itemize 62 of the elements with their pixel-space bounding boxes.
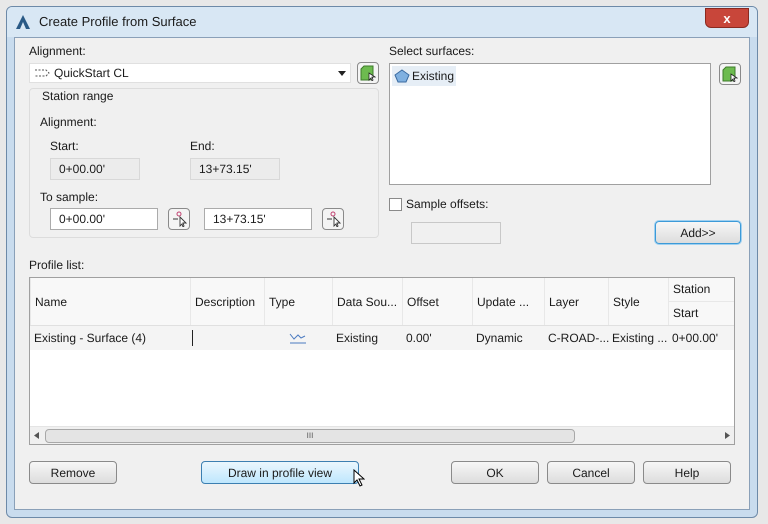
cube-pick-icon bbox=[360, 65, 376, 81]
field-label: Alignment: bbox=[29, 43, 87, 60]
dialog-button[interactable]: Help bbox=[643, 461, 731, 484]
close-button[interactable]: x bbox=[705, 8, 749, 28]
cube-pick-icon bbox=[722, 66, 738, 82]
table-cell-text: Existing - Surface (4) bbox=[33, 330, 148, 347]
table-cell-text: C-ROAD-... bbox=[547, 330, 608, 347]
column-header[interactable]: Name bbox=[30, 278, 190, 325]
dropdown-value: QuickStart CL bbox=[54, 65, 129, 82]
window-title: Create Profile from Surface bbox=[39, 13, 197, 32]
surface-icon bbox=[394, 69, 410, 83]
table-cell-text: Existing bbox=[335, 330, 380, 347]
field-label: To sample: bbox=[40, 190, 98, 204]
alignment-icon bbox=[34, 68, 50, 78]
dialog-button[interactable]: OK bbox=[451, 461, 539, 484]
end-station-field: 13+73.15' bbox=[190, 158, 280, 180]
column-header[interactable]: Data Sou... bbox=[332, 278, 402, 325]
column-header[interactable]: Description bbox=[190, 278, 264, 325]
column-header[interactable]: Start bbox=[669, 302, 734, 325]
dialog-button[interactable]: Remove bbox=[29, 461, 117, 484]
column-header[interactable]: Style bbox=[608, 278, 668, 325]
group-title: Station range bbox=[40, 89, 116, 103]
sample-end-field[interactable]: 13+73.15' bbox=[204, 208, 312, 230]
mouse-pointer-icon bbox=[353, 469, 365, 487]
field-label: Start: bbox=[50, 138, 80, 155]
sample-start-field[interactable]: 0+00.00' bbox=[50, 208, 158, 230]
table-cell-text: Dynamic bbox=[475, 330, 524, 347]
checkbox-label: Sample offsets: bbox=[406, 196, 488, 213]
offset-field[interactable] bbox=[411, 222, 501, 244]
station-pick-icon bbox=[325, 211, 341, 227]
column-header[interactable]: Type bbox=[264, 278, 332, 325]
text-cursor bbox=[192, 330, 193, 346]
table-cell-text: 0+00.00' bbox=[671, 330, 720, 347]
table-cell-text: 0.00' bbox=[405, 330, 433, 347]
pick-button[interactable] bbox=[357, 62, 379, 84]
table-cell-text: Existing ... bbox=[611, 330, 668, 347]
alignment-dropdown[interactable]: QuickStart CL bbox=[29, 63, 351, 83]
scroll-right-icon bbox=[725, 432, 730, 439]
add-button[interactable]: Add>> bbox=[655, 221, 741, 244]
scrollbar-thumb[interactable]: III bbox=[45, 428, 575, 442]
section-label: Profile list: bbox=[29, 257, 86, 274]
dialog-button[interactable]: Draw in profile view bbox=[201, 461, 359, 484]
column-header[interactable]: Layer bbox=[544, 278, 608, 325]
field-label: Alignment: bbox=[40, 115, 97, 129]
column-header[interactable]: Offset bbox=[402, 278, 472, 325]
profile-icon bbox=[289, 332, 307, 344]
station-pick-icon bbox=[171, 211, 187, 227]
scroll-left-icon bbox=[34, 432, 39, 439]
surface-item[interactable]: Existing bbox=[392, 66, 456, 86]
dialog-button[interactable]: Cancel bbox=[547, 461, 635, 484]
start-station-field: 0+00.00' bbox=[50, 158, 140, 180]
field-label: End: bbox=[190, 138, 216, 155]
pick-button[interactable] bbox=[719, 63, 741, 85]
pick-station-button[interactable] bbox=[168, 208, 190, 230]
app-logo-icon bbox=[15, 14, 31, 30]
pick-station-button[interactable] bbox=[322, 208, 344, 230]
field-label: Select surfaces: bbox=[389, 43, 476, 60]
horizontal-scrollbar[interactable]: III bbox=[30, 426, 734, 444]
checkbox[interactable] bbox=[389, 198, 402, 210]
column-group-header: Station bbox=[669, 278, 734, 302]
dropdown-arrow-icon bbox=[338, 70, 346, 76]
column-header[interactable]: Update ... bbox=[472, 278, 544, 325]
